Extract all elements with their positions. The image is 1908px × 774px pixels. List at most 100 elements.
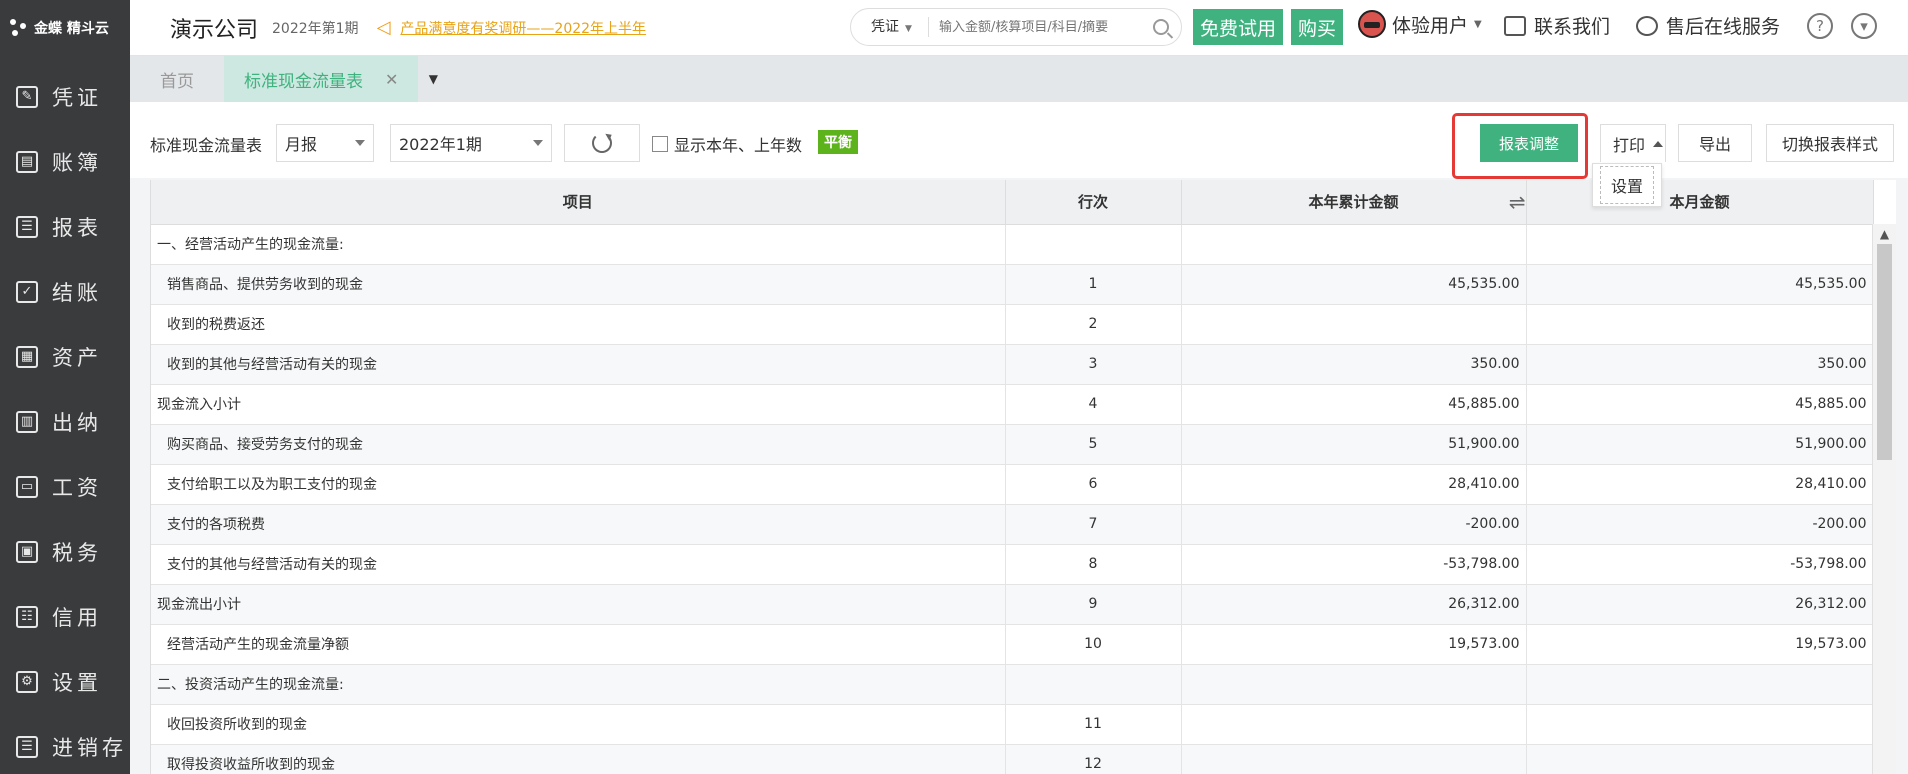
period-select[interactable]: 2022年1期 (390, 124, 552, 162)
sidebar-item-8[interactable]: ☷ 信用 (0, 584, 130, 649)
cell-month-amount[interactable]: 51,900.00 (1526, 424, 1874, 465)
cell-item: 支付给职工以及为职工支付的现金 (151, 464, 1006, 505)
sidebar-item-5[interactable]: ▥ 出纳 (0, 389, 130, 454)
cell-ytd-amount[interactable]: -200.00 (1181, 504, 1527, 545)
cell-month-amount[interactable]: 350.00 (1526, 344, 1874, 385)
sidebar-item-6[interactable]: ▭ 工资 (0, 454, 130, 519)
cell-month-amount[interactable]: 28,410.00 (1526, 464, 1874, 505)
sidebar-item-10[interactable]: ☰ 进销存 (0, 714, 130, 774)
print-settings-item[interactable]: 设置 (1599, 166, 1654, 204)
sidebar-item-icon: ☰ (16, 735, 38, 758)
refresh-button[interactable] (564, 124, 640, 162)
sidebar-item-9[interactable]: ⚙ 设置 (0, 649, 130, 714)
company-name[interactable]: 演示公司 (170, 12, 258, 44)
tab-home[interactable]: 首页 (130, 56, 224, 102)
cell-month-amount[interactable] (1526, 304, 1874, 345)
print-button[interactable]: 打印 (1600, 124, 1666, 162)
show-years-checkbox[interactable]: 显示本年、上年数 (652, 132, 802, 156)
table-row: 支付的其他与经营活动有关的现金 8 -53,798.00 -53,798.00 (151, 544, 1874, 585)
cell-ytd-amount[interactable] (1181, 304, 1527, 345)
vertical-scrollbar[interactable]: ▲ (1872, 224, 1896, 774)
logo[interactable]: 金蝶 精斗云 (0, 0, 130, 56)
cell-item: 收回投资所收到的现金 (151, 704, 1006, 745)
free-trial-button[interactable]: 免费试用 (1193, 9, 1283, 45)
cell-ytd-amount[interactable] (1181, 224, 1527, 265)
switch-report-style-button[interactable]: 切换报表样式 (1766, 124, 1894, 162)
cell-month-amount[interactable] (1526, 704, 1874, 745)
sidebar-item-7[interactable]: ▣ 税务 (0, 519, 130, 584)
scrollbar-thumb[interactable] (1877, 244, 1892, 460)
table-row: 支付的各项税费 7 -200.00 -200.00 (151, 504, 1874, 545)
cell-ytd-amount[interactable]: 28,410.00 (1181, 464, 1527, 505)
table-row: 收到的税费返还 2 (151, 304, 1874, 345)
chat-icon (1504, 15, 1526, 36)
help-icon[interactable]: ? (1807, 13, 1833, 39)
table-row: 现金流入小计 4 45,885.00 45,885.00 (151, 384, 1874, 425)
cell-month-amount[interactable]: 45,885.00 (1526, 384, 1874, 425)
sidebar-item-2[interactable]: ☰ 报表 (0, 194, 130, 259)
scroll-up-icon[interactable]: ▲ (1873, 224, 1896, 244)
cell-line: 10 (1005, 624, 1182, 665)
report-type-select[interactable]: 月报 (276, 124, 374, 162)
cell-ytd-amount[interactable] (1181, 744, 1527, 774)
cell-ytd-amount[interactable] (1181, 664, 1527, 705)
contact-us-link[interactable]: 联系我们 (1504, 12, 1610, 39)
cell-month-amount[interactable] (1526, 664, 1874, 705)
sidebar-item-label: 信用 (52, 605, 102, 630)
cell-ytd-amount[interactable]: 51,900.00 (1181, 424, 1527, 465)
cell-ytd-amount[interactable]: 350.00 (1181, 344, 1527, 385)
user-menu[interactable]: 体验用户 ▼ (1358, 10, 1482, 38)
survey-link[interactable]: 产品满意度有奖调研——2022年上半年 (400, 18, 646, 38)
cell-month-amount[interactable]: 26,312.00 (1526, 584, 1874, 625)
report-adjust-button[interactable]: 报表调整 (1480, 124, 1578, 162)
tab-bar: 首页 标准现金流量表 ✕ ▼ (130, 56, 1908, 102)
cell-month-amount[interactable] (1526, 744, 1874, 774)
cell-item: 现金流入小计 (151, 384, 1006, 425)
close-icon[interactable]: ✕ (385, 70, 398, 89)
sidebar-item-icon: ☰ (16, 215, 38, 238)
cell-line: 12 (1005, 744, 1182, 774)
sidebar: 金蝶 精斗云 ✎ 凭证 ▤ 账簿 ☰ 报表 ✓ 结账 ▦ 资产 ▥ 出纳 ▭ 工资 ▣ 税务 ☷ 信用 ⚙ 设置 ☰ 进销… (0, 0, 130, 774)
cell-ytd-amount[interactable]: 19,573.00 (1181, 624, 1527, 665)
cell-line (1005, 224, 1182, 265)
sidebar-item-label: 税务 (52, 540, 102, 565)
cell-month-amount[interactable]: 45,535.00 (1526, 264, 1874, 305)
shirt-icon[interactable]: ▾ (1851, 13, 1877, 39)
cell-month-amount[interactable]: 19,573.00 (1526, 624, 1874, 665)
sidebar-item-1[interactable]: ▤ 账簿 (0, 129, 130, 194)
table-row: 取得投资收益所收到的现金 12 (151, 744, 1874, 774)
cell-month-amount[interactable]: -200.00 (1526, 504, 1874, 545)
search-input[interactable] (939, 19, 1149, 35)
col-header-month: 本月金额 (1526, 180, 1874, 225)
cell-month-amount[interactable] (1526, 224, 1874, 265)
table-row: 二、投资活动产生的现金流量: (151, 664, 1874, 705)
after-sales-service-link[interactable]: 售后在线服务 (1636, 12, 1780, 39)
table-row: 销售商品、提供劳务收到的现金 1 45,535.00 45,535.00 (151, 264, 1874, 305)
cell-ytd-amount[interactable]: 26,312.00 (1181, 584, 1527, 625)
export-button[interactable]: 导出 (1678, 124, 1752, 162)
cell-line: 2 (1005, 304, 1182, 345)
cell-line: 11 (1005, 704, 1182, 745)
avatar (1358, 10, 1386, 38)
cell-month-amount[interactable]: -53,798.00 (1526, 544, 1874, 585)
tab-cash-flow-statement[interactable]: 标准现金流量表 ✕ (224, 56, 419, 102)
cell-ytd-amount[interactable]: 45,535.00 (1181, 264, 1527, 305)
sidebar-item-icon: ▥ (16, 410, 38, 433)
sidebar-item-3[interactable]: ✓ 结账 (0, 259, 130, 324)
buy-button[interactable]: 购买 (1291, 9, 1343, 45)
tab-list-dropdown[interactable]: ▼ (418, 56, 448, 102)
search-type-label: 凭证 (871, 19, 899, 35)
table-row: 经营活动产生的现金流量净额 10 19,573.00 19,573.00 (151, 624, 1874, 665)
cell-ytd-amount[interactable]: 45,885.00 (1181, 384, 1527, 425)
search-icon[interactable] (1153, 19, 1169, 35)
cell-ytd-amount[interactable]: -53,798.00 (1181, 544, 1527, 585)
search-type-select[interactable]: 凭证 ▼ (851, 17, 929, 37)
caret-up-icon (1653, 140, 1664, 147)
cell-line: 8 (1005, 544, 1182, 585)
checkbox[interactable] (652, 136, 668, 152)
swap-columns-icon[interactable]: ⇌ (1509, 190, 1526, 214)
cell-ytd-amount[interactable] (1181, 704, 1527, 745)
sidebar-item-4[interactable]: ▦ 资产 (0, 324, 130, 389)
sidebar-item-0[interactable]: ✎ 凭证 (0, 64, 130, 129)
cell-line: 6 (1005, 464, 1182, 505)
